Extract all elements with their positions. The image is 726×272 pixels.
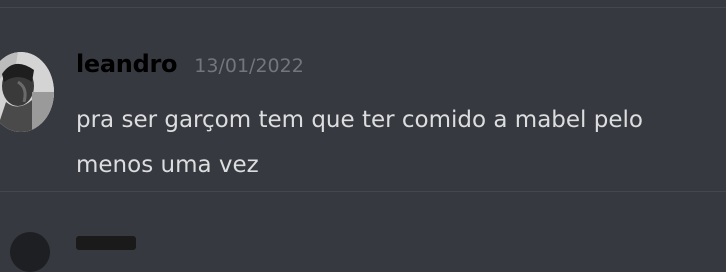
message-text-line: pra ser garçom tem que ter comido a mabe…: [76, 107, 643, 133]
message-text-line: menos uma vez: [76, 152, 259, 178]
username[interactable]: leandro: [76, 50, 178, 78]
message-header: leandro 13/01/2022: [76, 50, 304, 78]
message-content: pra ser garçom tem que ter comido a mabe…: [76, 98, 716, 188]
message-timestamp: 13/01/2022: [194, 55, 304, 77]
username-partial[interactable]: [76, 236, 136, 250]
user-avatar[interactable]: [10, 232, 50, 272]
chat-message[interactable]: leandro 13/01/2022 pra ser garçom tem qu…: [0, 8, 726, 191]
next-chat-message[interactable]: [0, 192, 726, 272]
user-avatar[interactable]: [0, 52, 54, 132]
